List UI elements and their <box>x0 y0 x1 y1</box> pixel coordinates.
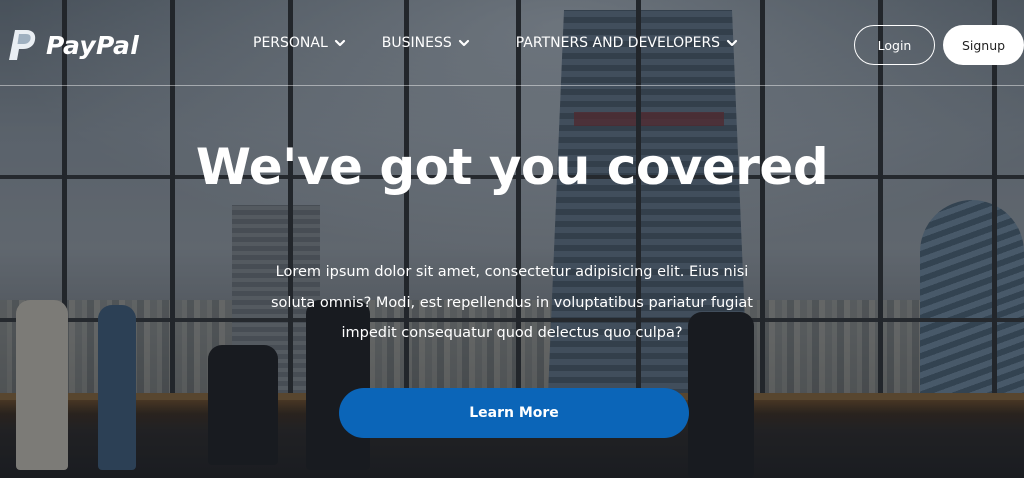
nav-personal-label: PERSONAL <box>253 35 328 51</box>
main-menu: PERSONAL BUSINESS PARTNERS AND DEVELOPER… <box>253 35 738 51</box>
nav-partners-label: PARTNERS AND DEVELOPERS <box>515 35 721 51</box>
nav-business-label: BUSINESS <box>381 35 452 51</box>
paypal-p-logo-icon <box>6 28 38 62</box>
chevron-down-icon <box>726 39 738 47</box>
chevron-down-icon <box>458 39 469 47</box>
learn-more-button[interactable]: Learn More <box>339 388 689 438</box>
login-button[interactable]: Login <box>854 25 935 65</box>
hero-headline: We've got you covered <box>195 138 829 196</box>
brand-logo[interactable]: PayPal <box>6 28 139 62</box>
top-navigation: PayPal PERSONAL BUSINESS PARTNERS AND DE… <box>0 0 1024 86</box>
nav-business[interactable]: BUSINESS <box>382 35 470 51</box>
chevron-down-icon <box>334 39 345 47</box>
nav-personal[interactable]: PERSONAL <box>253 35 346 51</box>
hero-description: Lorem ipsum dolor sit amet, consectetur … <box>271 264 753 341</box>
signup-button[interactable]: Signup <box>943 25 1024 65</box>
nav-partners-and-developers[interactable]: PARTNERS AND DEVELOPERS <box>516 35 738 51</box>
brand-name: PayPal <box>46 30 140 60</box>
